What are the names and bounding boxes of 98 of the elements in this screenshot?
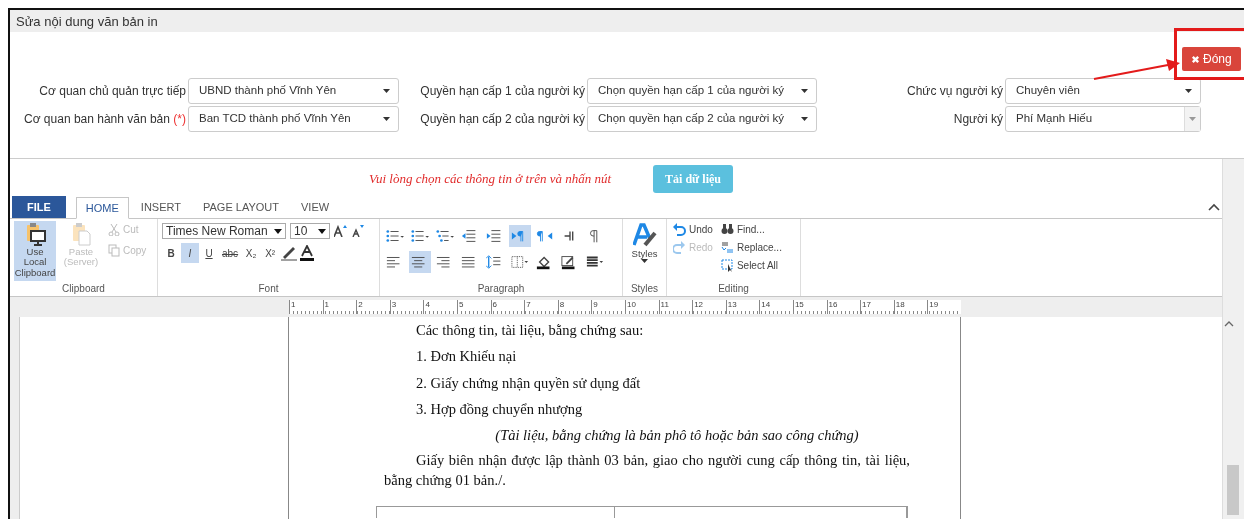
ruler-number: 14 xyxy=(759,300,793,314)
dropdown-caret-icon xyxy=(1185,89,1192,93)
ruler-number: 8 xyxy=(557,300,592,314)
align-center-button[interactable] xyxy=(409,251,431,273)
group-label: Paragraph xyxy=(476,282,526,296)
ruler-number: 3 xyxy=(389,300,424,314)
ruler-number: 1 xyxy=(289,300,323,314)
ruler-number: 13 xyxy=(725,300,760,314)
styles-button[interactable]: Styles xyxy=(627,221,662,281)
close-icon xyxy=(1191,54,1200,64)
dropdown-caret-icon xyxy=(274,228,282,234)
find-button[interactable]: Find... xyxy=(718,221,784,238)
ruler-number: 16 xyxy=(826,300,861,314)
sup-button[interactable]: X² xyxy=(261,243,280,263)
ruler-number: 17 xyxy=(860,300,894,314)
ruler-number: 15 xyxy=(792,300,827,314)
ruler-number: 4 xyxy=(423,300,457,314)
scrollbar-thumb[interactable] xyxy=(1227,465,1239,515)
ruler-number: 5 xyxy=(456,300,491,314)
ruler-number: 2 xyxy=(356,300,390,314)
ribbon-tab[interactable]: INSERT xyxy=(130,195,191,218)
ruler-number: 12 xyxy=(692,300,726,314)
dropdown-caret-icon xyxy=(641,259,648,264)
italic-button[interactable]: I xyxy=(181,243,199,263)
grow-font-icon xyxy=(334,225,348,237)
ribbon-tab[interactable]: VIEW xyxy=(291,195,340,218)
ruler-number: 7 xyxy=(524,300,558,314)
dropdown-caret-icon xyxy=(801,89,808,93)
binoculars-icon xyxy=(720,223,734,236)
ruler-number: 10 xyxy=(624,300,659,314)
scroll-up-icon[interactable] xyxy=(1224,321,1234,327)
shrink-font-icon xyxy=(352,225,365,237)
font-size-dropdown[interactable]: 10 xyxy=(290,223,330,239)
ribbon-tab[interactable]: PAGE LAYOUT xyxy=(193,195,289,218)
ruler-number: 11 xyxy=(658,300,693,314)
field-label: Người ký xyxy=(952,111,1004,128)
dropdown-caret-icon xyxy=(801,117,808,121)
bullets-icon xyxy=(386,228,404,244)
select-all-button[interactable]: Select All xyxy=(718,257,784,274)
sub-button[interactable]: X₂ xyxy=(242,243,261,263)
select-all-icon xyxy=(720,259,734,272)
select-field[interactable]: Chọn quyền hạn cấp 2 của người ký xyxy=(587,106,817,132)
combo-box[interactable]: Phí Mạnh Hiếu xyxy=(1005,106,1201,132)
dropdown-caret-icon xyxy=(318,228,326,234)
group-label: Editing xyxy=(717,282,750,296)
lines-icon xyxy=(586,254,604,270)
ruler-number: 9 xyxy=(591,300,625,314)
rtl-icon xyxy=(536,228,554,244)
field-label: Quyền hạn cấp 1 của người ký xyxy=(419,83,586,100)
document-paragraph: 1. Đơn Khiếu nại xyxy=(415,347,518,367)
undo-button[interactable]: Undo xyxy=(671,221,715,238)
use-local-clipboard-button[interactable]: Use Local Clipboard xyxy=(14,221,56,281)
document-paragraph: 3. Hợp đồng chuyển nhượng xyxy=(415,399,584,419)
bold-button[interactable]: B xyxy=(162,243,180,263)
scissors-icon xyxy=(108,223,120,236)
group-label: Clipboard xyxy=(61,282,106,296)
multilevel-icon xyxy=(436,228,454,244)
select-field[interactable]: Chọn quyền hạn cấp 1 của người ký xyxy=(587,78,817,104)
document-paragraph: Các thông tin, tài liệu, bằng chứng sau: xyxy=(415,321,645,340)
ruler-number: 19 xyxy=(927,300,961,314)
ruler-number: 6 xyxy=(490,300,525,314)
font-name-dropdown[interactable]: Times New Roman xyxy=(162,223,286,239)
replace-icon xyxy=(720,241,734,254)
group-label: Font xyxy=(257,282,280,296)
file-tab[interactable]: FILE xyxy=(12,195,66,218)
document-paragraph: Giấy biên nhận được lập thành 03 bản, giao cho người cung cấp thông tin, tài liệu, bằng chứng 01 bản./. xyxy=(384,451,910,491)
field-label: Cơ quan ban hành văn bản (*) xyxy=(23,111,187,128)
underline-button[interactable]: U xyxy=(200,243,218,263)
strike-button[interactable]: abc xyxy=(219,243,242,263)
dropdown-caret-icon xyxy=(383,89,390,93)
ruler-number: 18 xyxy=(893,300,928,314)
instruction-text: Vui lòng chọn các thông tin ở trên và nhấn nút xyxy=(369,170,612,189)
copy-icon xyxy=(108,244,120,257)
field-label: Cơ quan chủ quản trực tiếp xyxy=(38,83,187,100)
ruler-number: 1 xyxy=(322,300,357,314)
document-paragraph: 2. Giấy chứng nhận quyền sử dụng đất xyxy=(415,373,642,393)
document-paragraph: (Tài liệu, bằng chứng là bản phô tô hoặc bản sao công chứng) xyxy=(494,426,860,446)
borders-icon xyxy=(511,254,529,270)
ribbon-tab[interactable]: HOME xyxy=(75,196,129,219)
group-label: Styles xyxy=(629,282,660,296)
styles-brush-icon xyxy=(632,223,657,249)
select-field[interactable]: UBND thành phố Vĩnh Yên xyxy=(188,78,399,104)
select-field[interactable]: Ban TCD thành phố Vĩnh Yên xyxy=(188,106,399,132)
dropdown-caret-icon xyxy=(383,117,390,121)
undo-icon xyxy=(673,223,686,236)
collapse-ribbon-icon[interactable] xyxy=(1208,203,1220,211)
field-label: Quyền hạn cấp 2 của người ký xyxy=(419,111,586,128)
redo-icon xyxy=(673,241,686,254)
window-title: Sửa nội dung văn bản in xyxy=(10,10,1244,32)
dropdown-caret-icon xyxy=(1189,117,1196,121)
replace-button[interactable]: Replace... xyxy=(718,239,784,256)
select-field[interactable]: Chuyên viên xyxy=(1005,78,1201,104)
pen-icon xyxy=(280,245,299,261)
field-label: Chức vụ người ký xyxy=(906,83,1004,100)
close-button[interactable]: Đóng xyxy=(1182,47,1241,71)
scrollbar[interactable] xyxy=(1222,159,1244,519)
numbering-icon xyxy=(411,228,429,244)
font-color-icon xyxy=(299,245,316,261)
